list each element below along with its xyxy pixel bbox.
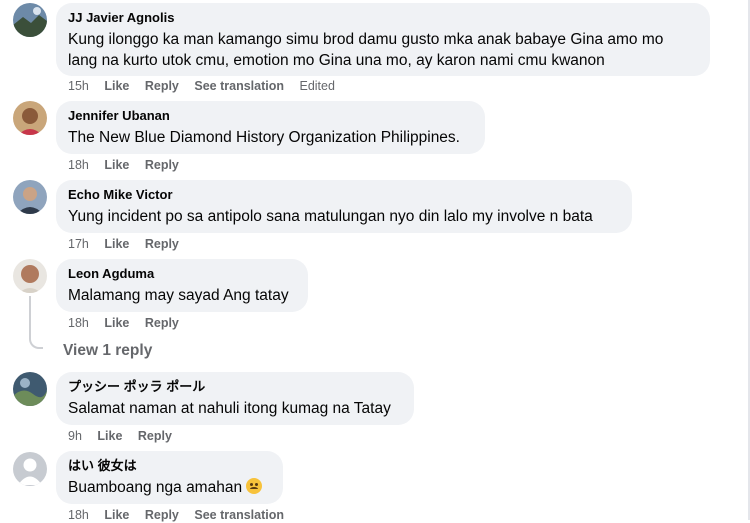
comment-author[interactable]: Echo Mike Victor <box>68 187 620 203</box>
comment-text: Salamat naman at nahuli itong kumag na T… <box>68 400 391 417</box>
comment-text-line: lang na kurto utok cmu, emotion mo Gina … <box>68 52 605 69</box>
upside-down-smile-emoji-icon <box>246 478 263 494</box>
comment-actions: 15h Like Reply See translation Edited <box>68 78 347 94</box>
reply-button[interactable]: Reply <box>145 158 179 172</box>
reply-thread-line <box>29 296 43 349</box>
reply-button[interactable]: Reply <box>145 79 179 93</box>
comment-author[interactable]: Jennifer Ubanan <box>68 108 473 124</box>
avatar[interactable] <box>13 180 47 214</box>
comment-bubble: Jennifer Ubanan The New Blue Diamond His… <box>56 101 485 154</box>
comment-time[interactable]: 9h <box>68 429 82 443</box>
comment-text-line: Kung ilonggo ka man kamango simu brod da… <box>68 31 664 48</box>
comment-text-content: Buamboang nga amahan <box>68 479 243 496</box>
comment-actions: 18h Like Reply <box>68 157 191 173</box>
comment-author[interactable]: はい 彼女は <box>68 458 271 474</box>
default-avatar-icon <box>13 452 47 486</box>
comment-bubble: はい 彼女は Buamboang nga amahan <box>56 451 283 504</box>
edited-label: Edited <box>299 79 335 93</box>
like-button[interactable]: Like <box>104 79 129 93</box>
comment-time[interactable]: 18h <box>68 316 89 330</box>
comment-author[interactable]: JJ Javier Agnolis <box>68 10 698 26</box>
comment-text: Malamang may sayad Ang tatay <box>68 287 289 304</box>
comment-actions: 18h Like Reply See translation <box>68 507 296 523</box>
reply-button[interactable]: Reply <box>145 237 179 251</box>
comment-actions: 9h Like Reply <box>68 428 184 444</box>
like-button[interactable]: Like <box>104 316 129 330</box>
comment-bubble: プッシー ポッラ ポール Salamat naman at nahuli ito… <box>56 372 414 425</box>
comment-actions: 18h Like Reply <box>68 315 191 331</box>
comment-actions: 17h Like Reply <box>68 236 191 252</box>
comment-time[interactable]: 17h <box>68 237 89 251</box>
comment-text: Buamboang nga amahan <box>68 477 271 498</box>
reply-button[interactable]: Reply <box>145 316 179 330</box>
reply-button[interactable]: Reply <box>138 429 172 443</box>
avatar[interactable] <box>13 372 47 406</box>
comment-bubble: JJ Javier Agnolis Kung ilonggo ka man ka… <box>56 3 710 76</box>
comment-text: Yung incident po sa antipolo sana matulu… <box>68 208 593 225</box>
comment-author[interactable]: プッシー ポッラ ポール <box>68 379 402 395</box>
like-button[interactable]: Like <box>97 429 122 443</box>
avatar[interactable] <box>13 3 47 37</box>
like-button[interactable]: Like <box>104 158 129 172</box>
avatar[interactable] <box>13 452 47 486</box>
comment-bubble: Echo Mike Victor Yung incident po sa ant… <box>56 180 632 233</box>
see-translation-button[interactable]: See translation <box>194 79 284 93</box>
avatar[interactable] <box>13 259 47 293</box>
view-replies-button[interactable]: View 1 reply <box>63 341 152 361</box>
comment-time[interactable]: 18h <box>68 158 89 172</box>
comment-time[interactable]: 15h <box>68 79 89 93</box>
avatar[interactable] <box>13 101 47 135</box>
comment-bubble: Leon Agduma Malamang may sayad Ang tatay <box>56 259 308 312</box>
comment-author[interactable]: Leon Agduma <box>68 266 296 282</box>
like-button[interactable]: Like <box>104 237 129 251</box>
comment-text: The New Blue Diamond History Organizatio… <box>68 129 460 146</box>
